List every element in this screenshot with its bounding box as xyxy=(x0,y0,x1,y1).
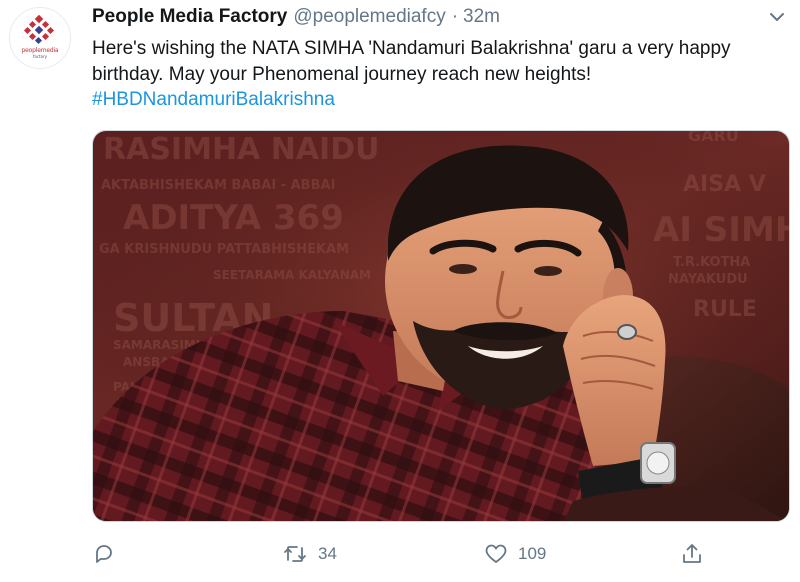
share-button[interactable] xyxy=(680,538,704,570)
more-options-button[interactable] xyxy=(768,10,786,24)
bg-title: AI SIMH xyxy=(653,210,790,250)
chevron-down-icon xyxy=(770,13,784,21)
tweet-text: Here's wishing the NATA SIMHA 'Nandamuri… xyxy=(92,36,772,113)
user-handle[interactable]: @peoplemediafcy xyxy=(293,6,445,28)
retweet-icon xyxy=(284,546,306,562)
reply-button[interactable] xyxy=(92,538,126,570)
display-name[interactable]: People Media Factory xyxy=(92,6,287,28)
reply-icon xyxy=(96,545,112,563)
bg-title: AISA V xyxy=(683,172,766,197)
bg-title: NAYAKUDU xyxy=(668,272,748,287)
avatar-logo-text: peoplemedia xyxy=(21,47,59,54)
share-icon xyxy=(683,544,701,563)
hashtag-link[interactable]: #HBDNandamuriBalakrishna xyxy=(92,87,772,113)
bg-title: GA KRISHNUDU PATTABHISHEKAM xyxy=(99,242,349,257)
separator-dot: · xyxy=(451,6,459,27)
tweet-actions: 34 109 xyxy=(92,538,712,570)
bg-title: T.R.KOTHA xyxy=(673,255,750,270)
tweet[interactable]: peoplemedia factory People Media Factory… xyxy=(0,0,800,582)
tweet-header: People Media Factory @peoplemediafcy · 3… xyxy=(92,6,500,28)
bg-title: RULE xyxy=(693,297,757,322)
bg-title: SEETARAMA KALYANAM xyxy=(213,268,371,282)
tweet-media-image[interactable]: RASIMHA NAIDU AKTABHISHEKAM BABAI - ABBA… xyxy=(92,130,790,522)
birthday-poster-image: RASIMHA NAIDU AKTABHISHEKAM BABAI - ABBA… xyxy=(93,131,790,521)
like-count: 109 xyxy=(518,544,547,563)
timestamp[interactable]: 32m xyxy=(463,6,500,28)
tweet-body: Here's wishing the NATA SIMHA 'Nandamuri… xyxy=(92,38,731,85)
retweet-count: 34 xyxy=(318,544,337,563)
bg-title: GARU xyxy=(688,131,739,145)
heart-icon xyxy=(485,544,507,563)
bg-title: ADITYA 369 xyxy=(123,198,344,238)
retweet-button[interactable]: 34 xyxy=(282,538,337,570)
people-media-logo-icon xyxy=(23,14,55,45)
avatar-logo-subtext: factory xyxy=(32,54,48,59)
avatar[interactable]: peoplemedia factory xyxy=(9,7,71,69)
bg-title: RASIMHA NAIDU xyxy=(103,132,379,167)
bg-title: AKTABHISHEKAM BABAI - ABBAI xyxy=(101,178,335,193)
like-button[interactable]: 109 xyxy=(484,538,546,570)
